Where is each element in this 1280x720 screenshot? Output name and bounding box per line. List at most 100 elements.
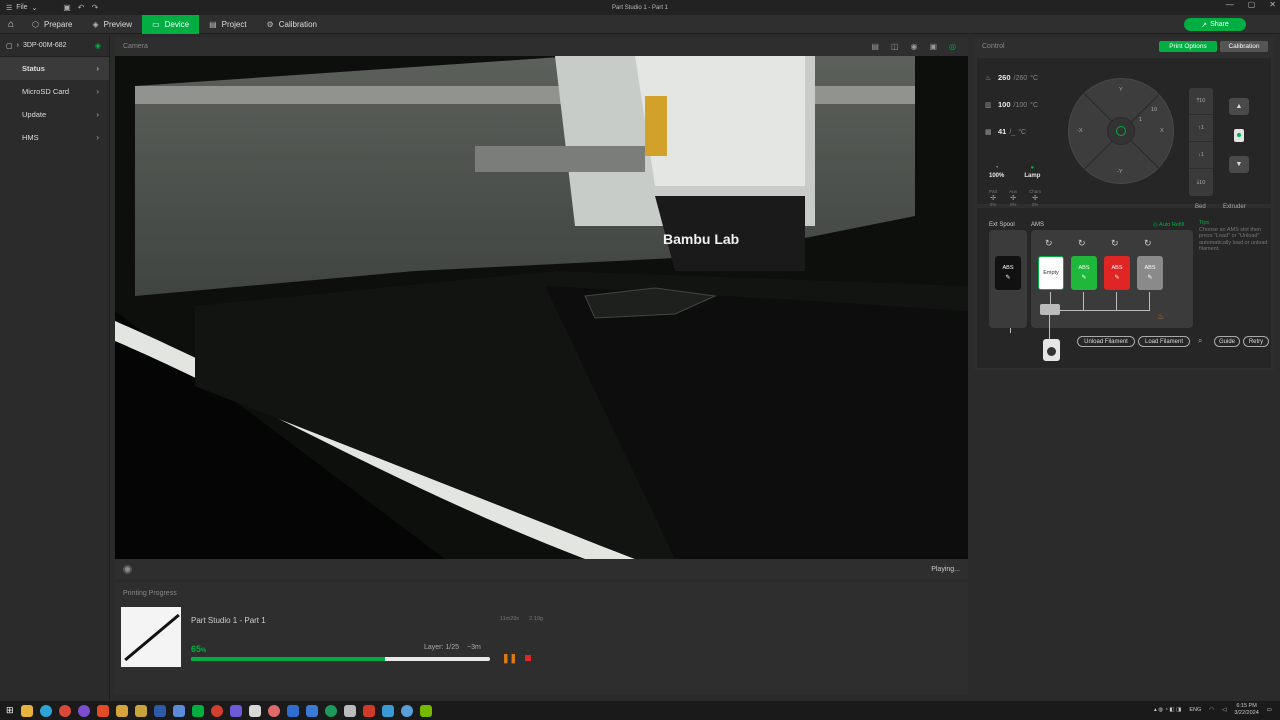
app-icon[interactable] — [210, 704, 223, 717]
app-icon[interactable] — [153, 704, 166, 717]
nozzle-temp[interactable]: ♨ 260/260 °C — [985, 73, 1038, 82]
edit-icon[interactable]: ✎ — [1147, 274, 1152, 281]
edit-icon[interactable]: ✎ — [1005, 274, 1010, 281]
chamber-fan[interactable]: Cham ✢ 0% — [1029, 189, 1041, 207]
sidebar-item-status[interactable]: Status › — [0, 57, 109, 80]
camera-icon[interactable]: ▣ — [929, 42, 937, 51]
app-icon[interactable] — [305, 704, 318, 717]
edit-icon[interactable]: ✎ — [1081, 274, 1086, 281]
home-axis-icon[interactable] — [1116, 126, 1126, 136]
bed-down-1[interactable]: ↓ 1 — [1189, 142, 1213, 169]
app-icon[interactable] — [267, 704, 280, 717]
language-indicator[interactable]: ENG — [1189, 707, 1201, 713]
nvidia-icon[interactable] — [419, 704, 432, 717]
share-button[interactable]: ↗ Share — [1184, 18, 1246, 31]
file-explorer-icon[interactable] — [20, 704, 33, 717]
ext-spool-slot[interactable]: ABS ✎ — [995, 256, 1021, 290]
record-toggle-icon[interactable] — [123, 564, 132, 574]
app-icon[interactable] — [248, 704, 261, 717]
top-nav: ⌂ ⬡ Prepare ◈ Preview ▭ Device ▤ Project ⚙ Ca… — [0, 14, 1280, 34]
notification-icon[interactable]: ▭ — [1267, 707, 1272, 713]
tab-calibration[interactable]: ⚙ Calibration — [257, 15, 327, 34]
app-icon[interactable] — [134, 704, 147, 717]
device-selector[interactable]: ▢ › 3DP-00M-682 ◉ — [0, 35, 109, 57]
load-filament-button[interactable]: Load Filament — [1138, 336, 1190, 347]
video-icon[interactable]: ◫ — [891, 42, 899, 51]
bed-up-1[interactable]: ↑ 1 — [1189, 115, 1213, 142]
slot-material: ABS — [1078, 265, 1090, 271]
bed-up-10[interactable]: ⤒ 10 — [1189, 88, 1213, 115]
bed-temp[interactable]: ▥ 100/100 °C — [985, 100, 1038, 109]
undo-icon[interactable]: ↶ — [74, 3, 88, 12]
redo-icon[interactable]: ↷ — [88, 3, 102, 12]
refresh-icon[interactable]: ↻ — [1144, 238, 1152, 249]
minimize-icon[interactable]: — — [1226, 0, 1234, 9]
sd-card-icon[interactable]: ▤ — [871, 42, 879, 51]
retry-button[interactable]: Retry — [1243, 336, 1269, 347]
tab-device[interactable]: ▭ Device — [142, 14, 200, 34]
search-icon[interactable]: ⌕ — [1198, 336, 1202, 346]
app-icon[interactable] — [172, 704, 185, 717]
app-icon[interactable] — [362, 704, 375, 717]
ams-slot-3[interactable]: ABS ✎ — [1104, 256, 1130, 290]
app-icon[interactable] — [286, 704, 299, 717]
brave-icon[interactable] — [96, 704, 109, 717]
refresh-icon[interactable]: ↻ — [1045, 238, 1053, 249]
maximize-icon[interactable]: ▢ — [1248, 0, 1256, 9]
home-icon[interactable]: ⌂ — [0, 19, 22, 30]
sidebar-item-microsd[interactable]: MicroSD Card › — [0, 80, 109, 103]
lamp-toggle[interactable]: ● Lamp — [1024, 165, 1040, 179]
print-options-button[interactable]: Print Options — [1159, 41, 1217, 52]
close-icon[interactable]: ✕ — [1269, 0, 1276, 9]
chamber-target: /_ — [1009, 129, 1016, 136]
auto-refill-toggle[interactable]: ◎ Auto Refill — [1153, 222, 1184, 228]
ams-slot-1[interactable]: Empty — [1038, 256, 1064, 290]
volume-icon[interactable]: ◁ — [1222, 707, 1226, 713]
edit-icon[interactable]: ✎ — [1114, 274, 1119, 281]
unload-filament-button[interactable]: Unload Filament — [1077, 336, 1135, 347]
app-icon[interactable] — [381, 704, 394, 717]
tray-icons[interactable]: ▴ ◍ ◔ ◧ ◨ — [1154, 707, 1181, 713]
speed-control[interactable]: ◔ 100% — [989, 165, 1004, 179]
refresh-icon[interactable]: ↻ — [1078, 238, 1086, 249]
sidebar-item-update[interactable]: Update › — [0, 103, 109, 126]
camera-feed[interactable]: Bambu Lab — [115, 56, 968, 559]
tips-text: Choose an AMS slot then press "Load" or … — [1199, 226, 1268, 253]
app-icon[interactable] — [77, 704, 90, 717]
tab-project[interactable]: ▤ Project — [199, 15, 256, 34]
windows-start-icon[interactable]: ⊞ — [6, 705, 14, 716]
network-icon[interactable]: ◠ — [1209, 707, 1214, 713]
save-icon[interactable]: ▣ — [60, 3, 74, 12]
clock[interactable]: 6:15 PM 3/22/2024 — [1234, 703, 1258, 717]
chrome-icon[interactable] — [58, 704, 71, 717]
tab-preview[interactable]: ◈ Preview — [82, 15, 142, 34]
ams-slot-2[interactable]: ABS ✎ — [1071, 256, 1097, 290]
extrude-up-button[interactable]: ▲ — [1229, 98, 1249, 115]
edge-icon[interactable] — [39, 704, 52, 717]
pause-button[interactable]: ❚❚ — [502, 653, 517, 664]
tab-prepare[interactable]: ⬡ Prepare — [22, 15, 82, 34]
extrude-down-button[interactable]: ▼ — [1229, 156, 1249, 173]
calibration-button[interactable]: Calibration — [1220, 41, 1268, 52]
app-icon[interactable] — [324, 704, 337, 717]
stop-button[interactable] — [525, 655, 531, 661]
device-name: 3DP-00M-682 — [22, 42, 67, 49]
bed-down-10[interactable]: ⤓ 10 — [1189, 169, 1213, 196]
folder-icon[interactable] — [115, 704, 128, 717]
record-icon[interactable]: ◉ — [910, 42, 917, 51]
app-icon[interactable] — [343, 704, 356, 717]
xy-jog-wheel[interactable]: Y -Y X -X 10 1 — [1068, 78, 1176, 185]
settings-icon[interactable]: ◎ — [949, 42, 956, 51]
refresh-icon[interactable]: ↻ — [1111, 238, 1119, 249]
app-icon[interactable] — [229, 704, 242, 717]
file-menu[interactable]: ☰ File ⌄ — [0, 4, 60, 12]
aux-fan[interactable]: Aux ✢ 0% — [1009, 189, 1017, 207]
app-icon[interactable] — [400, 704, 413, 717]
guide-button[interactable]: Guide — [1214, 336, 1240, 347]
title-bar: ☰ File ⌄ ▣ ↶ ↷ Part Studio 1 - Part 1 — … — [0, 0, 1280, 15]
part-fan[interactable]: Part ✢ 0% — [989, 189, 997, 207]
bambu-studio-icon[interactable] — [191, 704, 204, 717]
ams-slot-4[interactable]: ABS ✎ — [1137, 256, 1163, 290]
sidebar-item-hms[interactable]: HMS › — [0, 126, 109, 149]
extruder-controls: ▲ ▼ — [1229, 98, 1249, 173]
